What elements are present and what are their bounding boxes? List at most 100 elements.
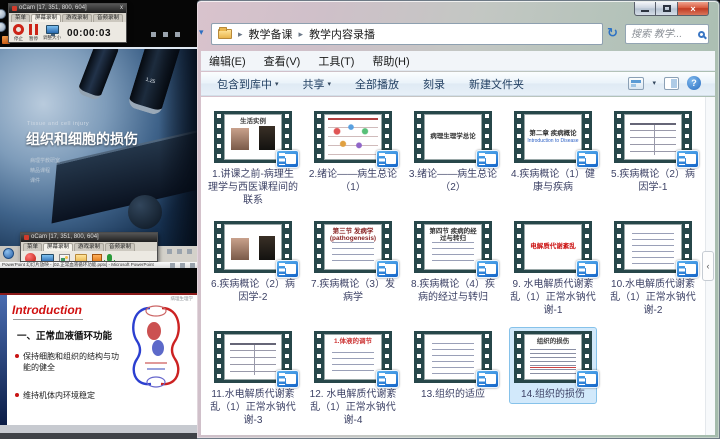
menu-edit[interactable]: 编辑(E) [209, 53, 246, 69]
ocam-tab-audio-record[interactable]: 音频录制 [93, 14, 123, 22]
slide-footer-band-dark [0, 433, 197, 439]
change-view-button[interactable] [628, 77, 644, 90]
video-thumbnail [614, 111, 692, 163]
ocam2-titlebar[interactable]: oCam [17, 351, 800, 604] [21, 233, 157, 242]
ocam-tab-menu[interactable]: 菜单 [11, 14, 30, 22]
stop-recording-button[interactable]: 停止 [13, 24, 24, 42]
file-item[interactable]: 生活实例 1.讲课之前-病理生理学与西医课程间的联系 [203, 105, 303, 215]
new-folder-button[interactable]: 新建文件夹 [469, 76, 524, 92]
minimize-button[interactable] [634, 2, 656, 16]
recent-pages-dropdown-icon[interactable]: ▾ [199, 27, 204, 38]
file-item-body[interactable]: 5.疾病概论（2）病因学-1 [603, 107, 703, 197]
file-item-body[interactable]: 2.绪论——病生总论（1） [303, 107, 403, 197]
search-box[interactable] [625, 24, 709, 44]
thumbnail-slide-body [632, 233, 674, 265]
search-input[interactable] [629, 28, 698, 41]
ocam-tab-screen-record[interactable]: 屏幕录制 [31, 14, 61, 22]
breadcrumb-item-parent[interactable]: 教学备课 [249, 26, 293, 42]
file-item[interactable]: 2.绪论——病生总论（1） [303, 105, 403, 215]
video-thumbnail: 第二章 疾病概论 Introduction to Disease [514, 111, 592, 163]
monitor-icon [46, 25, 59, 34]
file-item[interactable]: 病理生理学总论 3.绪论——病生总论（2） [403, 105, 503, 215]
share-button[interactable]: 共享 ▾ [303, 76, 332, 92]
menu-view[interactable]: 查看(V) [264, 53, 301, 69]
breadcrumb-item-current[interactable]: 教学内容录播 [309, 26, 375, 42]
lecture-video-frame[interactable]: 1.25 Tissue and cell injury 组织和细胞的损伤 病理学… [0, 47, 197, 246]
file-item[interactable]: 1.体液的调节 12. 水电解质代谢紊乱（1）正常水钠代谢-4 [303, 325, 403, 435]
ocam2-tab-game-record[interactable]: 游戏录制 [74, 243, 104, 251]
video-thumbnail: 病理生理学总论 [414, 111, 492, 163]
ocam-toolbar: 停止 暂停 调整大小 00:00:03 [9, 22, 126, 43]
file-item-body[interactable]: 第三节 发病学(pathogenesis) 7.疾病概论（3）发病学 [303, 217, 403, 307]
open-folder-icon[interactable] [75, 254, 87, 262]
pause-label: 暂停 [29, 36, 38, 42]
preview-pane-button[interactable] [664, 77, 679, 90]
resize-button[interactable]: 调整大小 [43, 25, 61, 41]
dropdown-icon: ▾ [275, 80, 279, 88]
recording-timer: 00:00:03 [67, 28, 111, 39]
codec-icon[interactable] [92, 254, 102, 262]
file-item[interactable]: 第三节 发病学(pathogenesis) 7.疾病概论（3）发病学 [303, 215, 403, 325]
burn-button[interactable]: 刻录 [423, 76, 445, 92]
credit-line: 精品课程 [30, 167, 60, 174]
file-name: 1.讲课之前-病理生理学与西医课程间的联系 [208, 168, 298, 207]
ocam2-tab-screen-record[interactable]: 屏幕录制 [43, 243, 73, 251]
breadcrumb-chevron-icon[interactable]: ▸ [299, 29, 304, 40]
record-icon[interactable] [25, 253, 36, 262]
background-app-fragment [0, 9, 6, 35]
ocam-titlebar[interactable]: oCam [17, 351, 800, 604] x [9, 4, 126, 13]
pause-recording-button[interactable]: 暂停 [29, 24, 38, 42]
monitor-icon[interactable] [41, 254, 54, 262]
file-item-body[interactable]: 1.体液的调节 12. 水电解质代谢紊乱（1）正常水钠代谢-4 [303, 327, 403, 430]
breadcrumb-chevron-icon[interactable]: ▸ [238, 29, 243, 40]
file-item-body[interactable]: 13.组织的适应 [409, 327, 497, 404]
preview-pane-toggle-button[interactable]: ‹ [702, 251, 714, 281]
file-name: 12. 水电解质代谢紊乱（1）正常水钠代谢-4 [308, 388, 398, 427]
thumbnail-slide: 组织的损伤 [524, 334, 582, 380]
file-item[interactable]: 5.疾病概论（2）病因学-1 [603, 105, 703, 215]
play-all-button[interactable]: 全部播放 [355, 76, 399, 92]
slide-heading: Introduction [12, 303, 82, 317]
thumbnail-slide-body [225, 115, 281, 159]
file-item-body[interactable]: 组织的损伤 14.组织的损伤 [509, 327, 597, 404]
file-item-body[interactable]: 11.水电解质代谢紊乱（1）正常水钠代谢-3 [203, 327, 303, 430]
microphone-icon[interactable] [107, 254, 112, 262]
maximize-button[interactable] [656, 2, 677, 16]
slide-subtitle-en: Tissue and cell injury [27, 121, 89, 127]
file-item-body[interactable]: 电解质代谢紊乱 9. 水电解质代谢紊乱（1）正常水钠代谢-1 [503, 217, 603, 320]
file-item-body[interactable]: 生活实例 1.讲课之前-病理生理学与西医课程间的联系 [203, 107, 303, 210]
file-item-body[interactable]: 10.水电解质代谢紊乱（1）正常水钠代谢-2 [603, 217, 703, 320]
screenshot-icon[interactable] [59, 254, 70, 262]
help-button[interactable]: ? [687, 76, 701, 90]
ocam-window-title: oCam [17, 351, 800, 604] [19, 4, 118, 13]
background-player-fragment [0, 246, 19, 262]
refresh-icon[interactable]: ↻ [607, 25, 618, 41]
search-icon[interactable] [698, 31, 705, 38]
address-bar[interactable]: ▸ 教学备课 ▸ 教学内容录播 [211, 23, 603, 45]
thumbnail-slide [624, 114, 682, 160]
ocam2-tab-menu[interactable]: 菜单 [23, 243, 42, 251]
file-name: 5.疾病概论（2）病因学-1 [608, 168, 698, 194]
file-item[interactable]: 组织的损伤 14.组织的损伤 [503, 325, 603, 435]
ocam-recorder-window-2: oCam [17, 351, 800, 604] 菜单 屏幕录制 游戏录制 音频… [20, 232, 158, 262]
file-item[interactable]: 第四节 疾病的经过与转归 8.疾病概论（4）疾病的经过与转归 [403, 215, 503, 325]
file-item[interactable]: 第二章 疾病概论 Introduction to Disease 4.疾病概论（… [503, 105, 603, 215]
ocam-tab-game-record[interactable]: 游戏录制 [62, 14, 92, 22]
change-view-dropdown-icon[interactable]: ▾ [652, 79, 656, 87]
file-item-body[interactable]: 6.疾病概论（2）病因学-2 [203, 217, 303, 307]
file-item[interactable]: 13.组织的适应 [403, 325, 503, 435]
file-item-body[interactable]: 第四节 疾病的经过与转归 8.疾病概论（4）疾病的经过与转归 [403, 217, 503, 307]
file-item[interactable]: 11.水电解质代谢紊乱（1）正常水钠代谢-3 [203, 325, 303, 435]
ocam2-tab-audio-record[interactable]: 音频录制 [105, 243, 135, 251]
explorer-window: × ▾ ▸ 教学备课 ▸ 教学内容录播 ↻ 编辑(E) 查看(V) 工具(T) … [196, 0, 720, 439]
file-item-body[interactable]: 病理生理学总论 3.绪论——病生总论（2） [403, 107, 503, 197]
file-item[interactable]: 6.疾病概论（2）病因学-2 [203, 215, 303, 325]
menu-tools[interactable]: 工具(T) [318, 53, 354, 69]
file-item-body[interactable]: 第二章 疾病概论 Introduction to Disease 4.疾病概论（… [503, 107, 603, 197]
menu-help[interactable]: 帮助(H) [372, 53, 409, 69]
close-button[interactable]: × [677, 2, 709, 16]
include-in-library-button[interactable]: 包含到库中 ▾ [217, 76, 279, 92]
file-item[interactable]: 电解质代谢紊乱 9. 水电解质代谢紊乱（1）正常水钠代谢-1 [503, 215, 603, 325]
ocam-close-icon[interactable]: x [120, 4, 123, 13]
file-item[interactable]: 10.水电解质代谢紊乱（1）正常水钠代谢-2 [603, 215, 703, 325]
